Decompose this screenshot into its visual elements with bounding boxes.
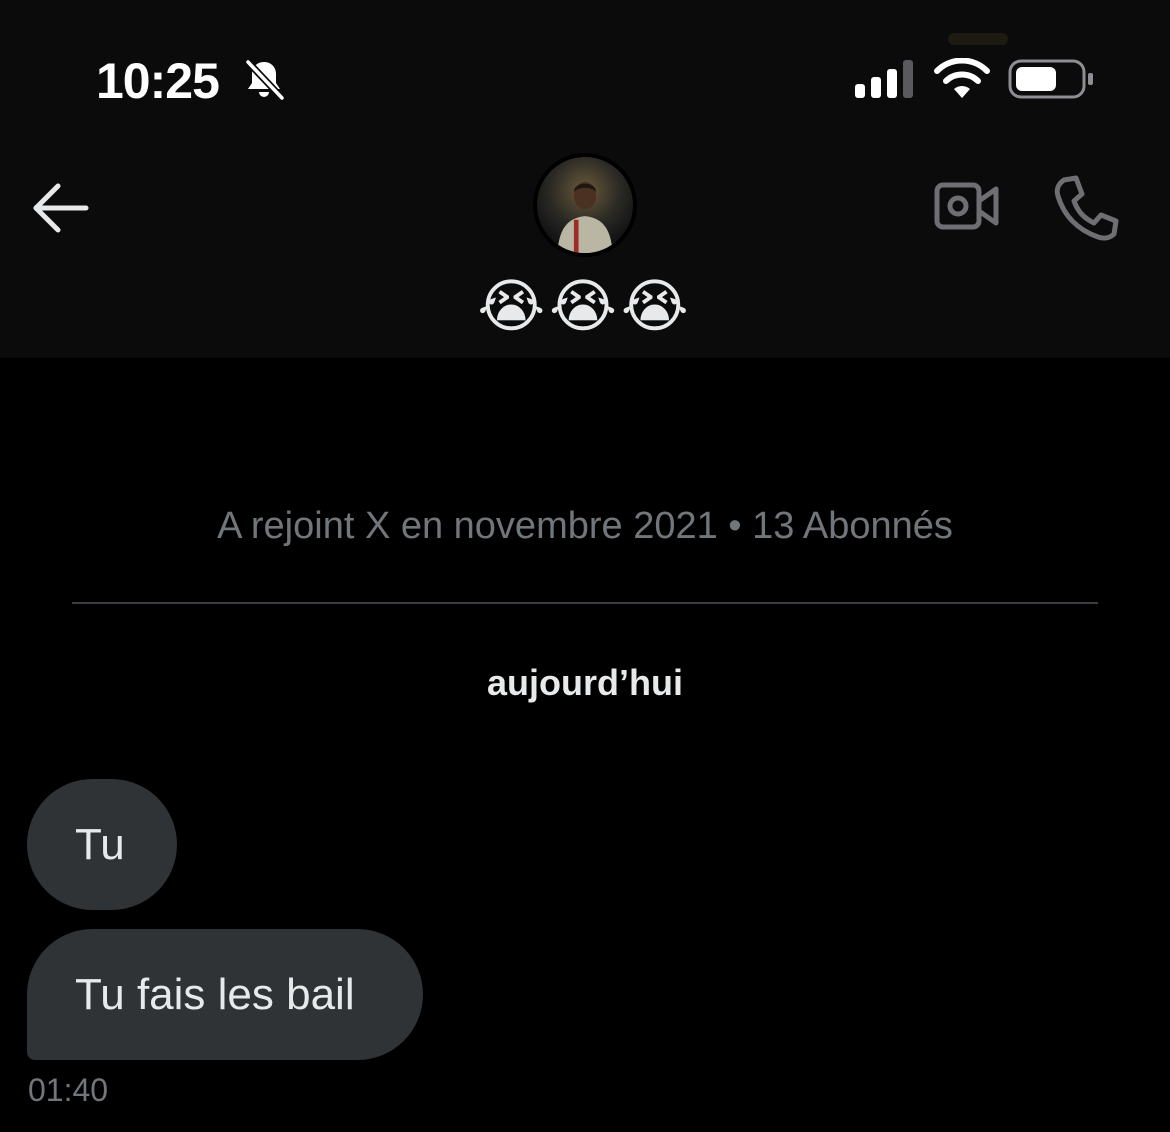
voice-call-button[interactable] bbox=[1050, 172, 1122, 242]
video-camera-icon bbox=[934, 182, 999, 230]
message-bubble[interactable]: Tu fais les bail bbox=[27, 929, 423, 1060]
profile-join-info: A rejoint X en novembre 2021 • 13 Abonné… bbox=[217, 505, 953, 547]
message-text: Tu bbox=[75, 819, 125, 869]
dynamic-island-indicator bbox=[948, 33, 1008, 45]
video-call-button[interactable] bbox=[930, 175, 1002, 237]
header: 10:25 😭😭😭 bbox=[0, 0, 1170, 358]
date-separator: aujourd’hui bbox=[487, 662, 683, 703]
divider bbox=[72, 602, 1098, 604]
conversation-title: 😭😭😭 bbox=[477, 274, 693, 339]
message-bubble[interactable]: Tu bbox=[27, 779, 177, 910]
cellular-signal-icon bbox=[855, 60, 913, 98]
bell-slash-icon bbox=[244, 58, 286, 102]
phone-icon bbox=[1054, 175, 1119, 241]
status-time: 10:25 bbox=[96, 53, 220, 109]
message-text: Tu fais les bail bbox=[75, 969, 355, 1019]
profile-avatar[interactable] bbox=[533, 153, 637, 257]
wifi-icon bbox=[934, 58, 990, 98]
message-timestamp: 01:40 bbox=[28, 1072, 109, 1108]
battery-icon bbox=[1008, 59, 1093, 99]
arrow-left-icon bbox=[33, 183, 89, 233]
dm-conversation-screen: 10:25 😭😭😭 A rejoint X en novembre 2021 •… bbox=[0, 0, 1170, 1132]
back-button[interactable] bbox=[28, 178, 94, 238]
